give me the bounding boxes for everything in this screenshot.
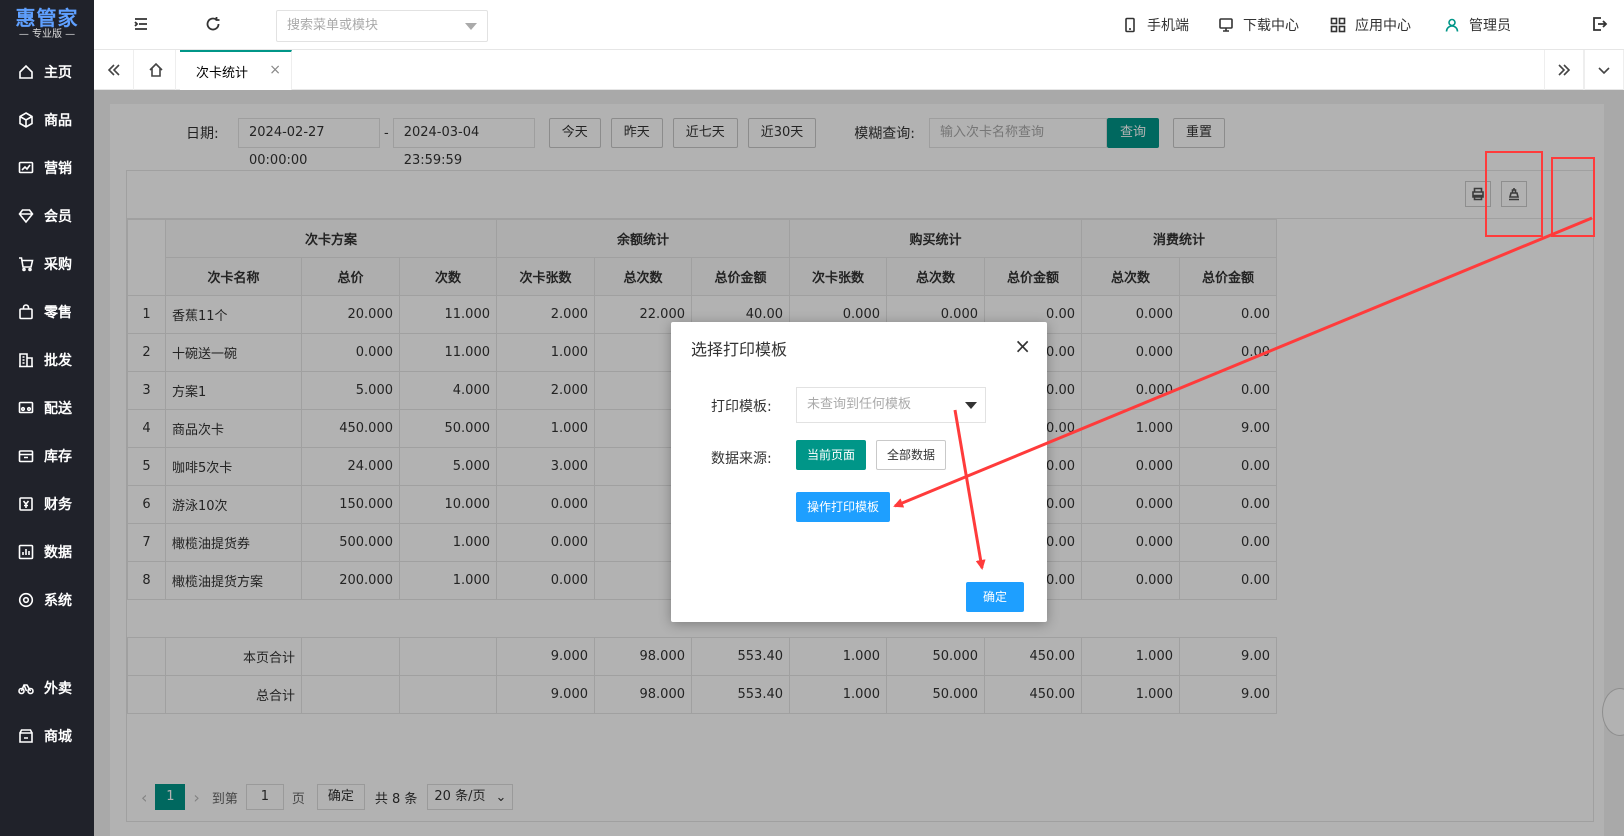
logout-icon[interactable] — [1590, 15, 1610, 35]
download-center-link[interactable]: 下载中心 — [1218, 0, 1299, 50]
apps-label: 应用中心 — [1355, 18, 1411, 34]
sidebar-item-label: 库存 — [44, 449, 72, 465]
menu-search-placeholder: 搜索菜单或模块 — [287, 18, 379, 33]
sidebar-item-label: 会员 — [44, 209, 72, 225]
truck-icon — [18, 401, 34, 414]
bike-icon — [18, 684, 34, 695]
store-icon — [19, 729, 33, 743]
apps-icon — [1330, 17, 1346, 33]
mobile-link[interactable]: 手机端 — [1122, 0, 1189, 50]
sidebar-item-label: 数据 — [44, 545, 72, 561]
tabs-scroll-left-button[interactable] — [94, 50, 134, 90]
menu-search-select[interactable]: 搜索菜单或模块 — [276, 10, 488, 42]
gear-icon — [18, 592, 34, 608]
sidebar-item-label: 批发 — [44, 353, 72, 369]
money-icon — [19, 497, 33, 511]
sidebar-item-label: 配送 — [44, 401, 72, 417]
sidebar-item-home[interactable]: 主页 — [0, 48, 94, 96]
app-center-link[interactable]: 应用中心 — [1330, 0, 1411, 50]
brand-name: 惠管家 — [15, 6, 79, 30]
all-data-source-button[interactable]: 全部数据 — [876, 440, 947, 470]
sidebar-item-label: 商城 — [44, 729, 72, 745]
sidebar-item-retail[interactable]: 零售 — [0, 288, 94, 336]
sidebar-item-label: 主页 — [44, 65, 72, 81]
tabs-menu-button[interactable] — [1584, 50, 1624, 90]
chevron-down-icon — [965, 402, 977, 409]
mobile-label: 手机端 — [1147, 18, 1189, 34]
brand-logo[interactable]: 惠管家 — 专业版 — — [0, 0, 94, 48]
sidebar-item-label: 零售 — [44, 305, 72, 321]
sidebar-item-label: 商品 — [44, 113, 72, 129]
sidebar: 惠管家 — 专业版 — 主页 商品 营销 会员 采购 零售 批发 配送 库存 财… — [0, 0, 94, 836]
user-menu[interactable]: 管理员 — [1444, 0, 1511, 50]
sidebar-item-mall[interactable]: 商城 — [0, 712, 94, 760]
manage-print-template-button[interactable]: 操作打印模板 — [796, 492, 891, 522]
diamond-icon — [18, 209, 34, 224]
sidebar-item-inventory[interactable]: 库存 — [0, 432, 94, 480]
sidebar-item-delivery[interactable]: 配送 — [0, 384, 94, 432]
print-template-dialog: 选择打印模板 × 打印模板: 未查询到任何模板 数据来源: 当前页面 全部数据 … — [671, 322, 1047, 622]
tab-bar: 次卡统计 × — [94, 50, 1624, 90]
sidebar-item-wholesale[interactable]: 批发 — [0, 336, 94, 384]
top-header: 搜索菜单或模块 手机端 下载中心 应用中心 管理员 — [94, 0, 1624, 50]
sidebar-item-system[interactable]: 系统 — [0, 576, 94, 624]
user-icon — [1445, 18, 1459, 32]
sidebar-item-goods[interactable]: 商品 — [0, 96, 94, 144]
cart-icon — [19, 257, 34, 272]
sidebar-item-label: 营销 — [44, 161, 72, 177]
double-chevron-left-icon — [107, 64, 120, 76]
sidebar-item-data[interactable]: 数据 — [0, 528, 94, 576]
download-label: 下载中心 — [1243, 18, 1299, 34]
double-chevron-right-icon — [1558, 64, 1571, 76]
chevron-down-icon — [465, 23, 477, 30]
tab-home[interactable] — [136, 50, 176, 90]
template-label: 打印模板: — [711, 399, 772, 415]
bars-icon — [18, 544, 34, 560]
sidebar-item-member[interactable]: 会员 — [0, 192, 94, 240]
phone-icon — [1125, 17, 1135, 33]
sidebar-item-marketing[interactable]: 营销 — [0, 144, 94, 192]
template-placeholder: 未查询到任何模板 — [807, 397, 912, 412]
sidebar-item-label: 外卖 — [44, 681, 72, 697]
brand-edition: — 专业版 — — [18, 29, 76, 40]
chevron-down-icon — [1598, 67, 1610, 75]
home-icon — [148, 62, 163, 77]
tabs-scroll-right-button[interactable] — [1544, 50, 1584, 90]
cube-icon — [19, 112, 33, 128]
current-page-source-button[interactable]: 当前页面 — [796, 440, 867, 470]
close-icon[interactable]: × — [269, 62, 281, 78]
confirm-button[interactable]: 确定 — [966, 582, 1025, 612]
chart-icon — [18, 161, 34, 174]
close-icon[interactable]: × — [1014, 334, 1031, 358]
sidebar-item-label: 采购 — [44, 257, 72, 273]
monitor-icon — [1219, 18, 1233, 32]
tab-label: 次卡统计 — [196, 65, 249, 81]
user-name: 管理员 — [1469, 18, 1511, 34]
refresh-icon[interactable] — [204, 15, 224, 35]
bag-icon — [19, 304, 33, 320]
box-icon — [18, 450, 34, 463]
data-source-label: 数据来源: — [711, 451, 772, 467]
sidebar-item-label: 财务 — [44, 497, 72, 513]
sidebar-item-purchase[interactable]: 采购 — [0, 240, 94, 288]
sidebar-item-finance[interactable]: 财务 — [0, 480, 94, 528]
dialog-title: 选择打印模板 — [691, 340, 788, 359]
menu-toggle-icon[interactable] — [132, 15, 152, 35]
sidebar-item-takeout[interactable]: 外卖 — [0, 664, 94, 712]
home-icon — [19, 64, 33, 79]
tab-card-stats[interactable]: 次卡统计 × — [180, 50, 292, 90]
template-select[interactable]: 未查询到任何模板 — [796, 387, 986, 423]
sidebar-item-label: 系统 — [44, 593, 72, 609]
building-icon — [19, 353, 33, 368]
